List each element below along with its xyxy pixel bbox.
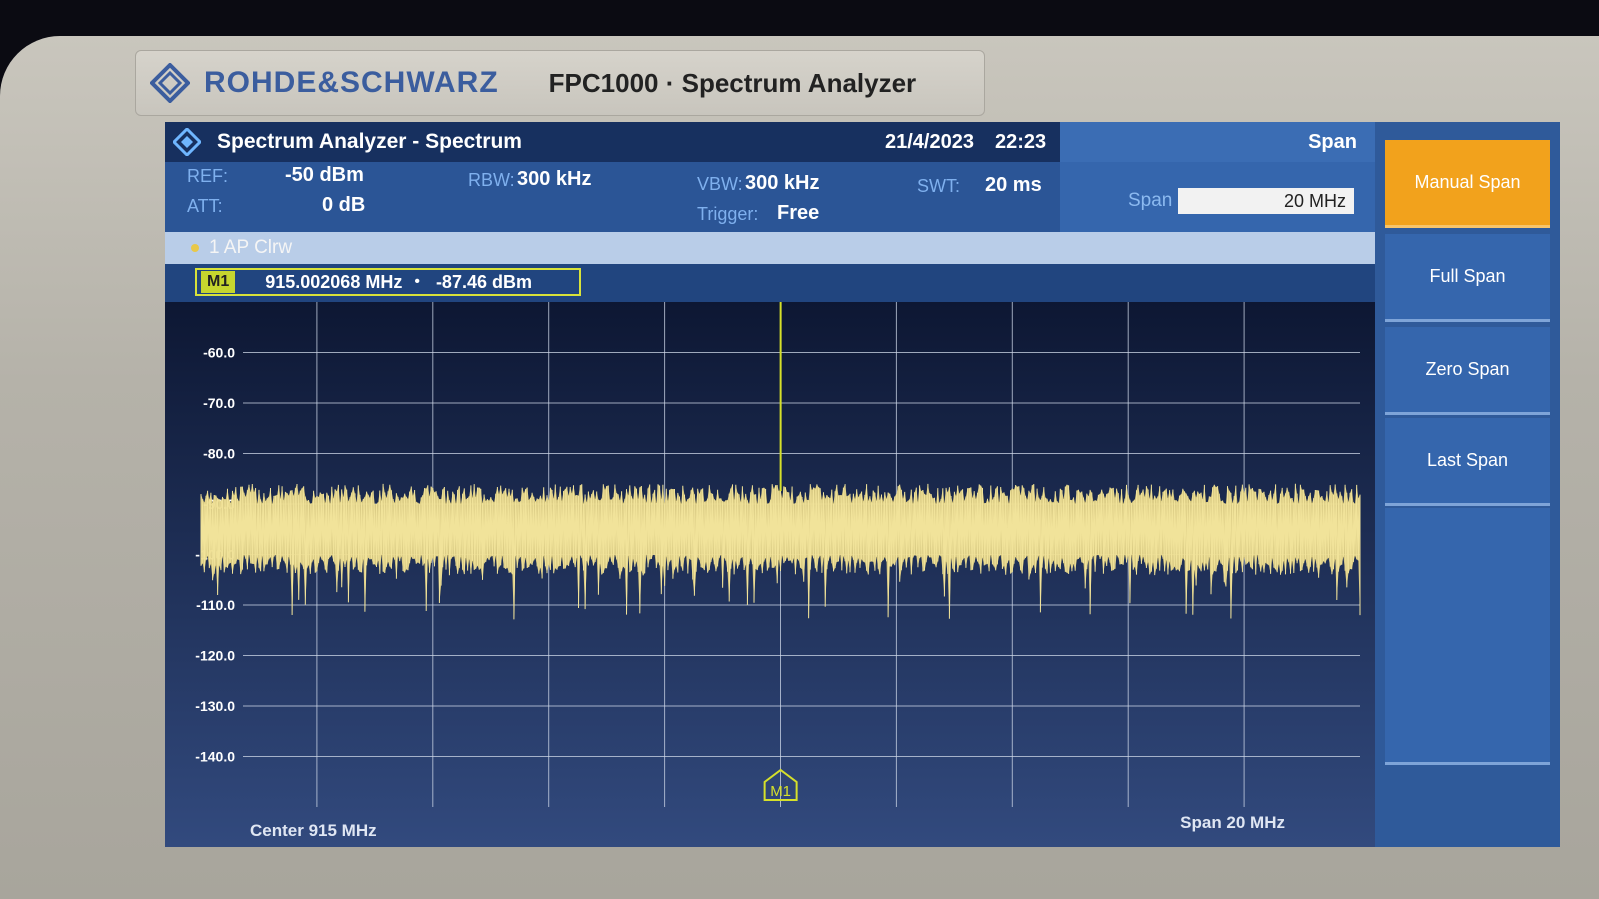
time-display: 22:23 — [995, 130, 1047, 153]
spectrum-plot[interactable]: -60.0-70.0-80.0-90.0-100.0-110.0-120.0-1… — [165, 302, 1375, 847]
swt-label: SWT: — [917, 176, 960, 196]
span-input[interactable]: 20 MHz — [1178, 188, 1354, 214]
y-tick-label: -60.0 — [203, 345, 235, 361]
app-logo-icon — [173, 128, 201, 156]
trace-bar: 1 AP Clrw — [165, 232, 1375, 264]
y-tick-label: -80.0 — [203, 446, 235, 462]
softkey-panel: Manual Span Full Span Zero Span Last Span — [1375, 122, 1560, 847]
trigger-value[interactable]: Free — [777, 202, 819, 225]
rbw-value[interactable]: 300 kHz — [517, 168, 592, 191]
span-entry-panel: Span 20 MHz — [1060, 162, 1375, 232]
swt-value[interactable]: 20 ms — [985, 174, 1042, 197]
center-frequency-label: Center 915 MHz — [250, 821, 377, 840]
y-tick-label: -110.0 — [196, 597, 235, 613]
softkey-full-span[interactable]: Full Span — [1385, 234, 1550, 322]
att-label: ATT: — [187, 196, 223, 216]
trace-label[interactable]: 1 AP Clrw — [209, 237, 292, 259]
parameter-panel: REF: -50 dBm ATT: 0 dB RBW: 300 kHz VBW:… — [165, 162, 1060, 232]
vbw-value[interactable]: 300 kHz — [745, 172, 820, 195]
app-title: Spectrum Analyzer - Spectrum — [217, 130, 522, 153]
ref-value[interactable]: -50 dBm — [285, 164, 364, 187]
model-name: FPC1000 · Spectrum Analyzer — [548, 67, 917, 98]
marker-readout[interactable]: M1 915.002068 MHz • -87.46 dBm — [195, 268, 581, 296]
trace-indicator-icon — [191, 244, 199, 252]
softkey-zero-span[interactable]: Zero Span — [1385, 327, 1550, 415]
y-tick-label: -130.0 — [195, 698, 235, 714]
trigger-label: Trigger: — [697, 204, 759, 224]
marker-separator: • — [414, 273, 420, 290]
att-value[interactable]: 0 dB — [322, 194, 365, 217]
rbw-label: RBW: — [468, 170, 515, 190]
title-bar: Spectrum Analyzer - Spectrum 21/4/2023 2… — [165, 122, 1060, 162]
softkey-empty-4[interactable] — [1385, 508, 1550, 596]
softkey-empty-6[interactable] — [1385, 677, 1550, 765]
softkey-last-span[interactable]: Last Span — [1385, 418, 1550, 506]
date-display: 21/4/2023 — [885, 130, 974, 153]
span-input-label: Span — [1128, 190, 1173, 211]
brand-plate: ROHDE&SCHWARZ FPC1000 · Spectrum Analyze… — [135, 50, 985, 116]
vbw-label: VBW: — [697, 174, 743, 194]
rohde-schwarz-logo-icon — [150, 63, 190, 103]
y-tick-label: -120.0 — [195, 648, 235, 664]
softkey-empty-5[interactable] — [1385, 592, 1550, 680]
analyzer-screen: Spectrum Analyzer - Spectrum 21/4/2023 2… — [165, 122, 1560, 847]
marker-frequency: 915.002068 MHz — [265, 271, 403, 292]
marker-tag: M1 — [201, 271, 236, 293]
y-tick-label: -70.0 — [203, 395, 235, 411]
menu-title: Span — [1060, 122, 1375, 162]
marker-flag-label: M1 — [770, 783, 791, 800]
marker-bar: M1 915.002068 MHz • -87.46 dBm — [165, 264, 1375, 302]
ref-label: REF: — [187, 166, 229, 186]
marker-level: -87.46 dBm — [435, 271, 532, 292]
softkey-manual-span[interactable]: Manual Span — [1385, 140, 1550, 228]
span-label: Span 20 MHz — [1180, 813, 1285, 832]
brand-name: ROHDE&SCHWARZ — [204, 66, 499, 99]
y-tick-label: -140.0 — [195, 749, 235, 765]
